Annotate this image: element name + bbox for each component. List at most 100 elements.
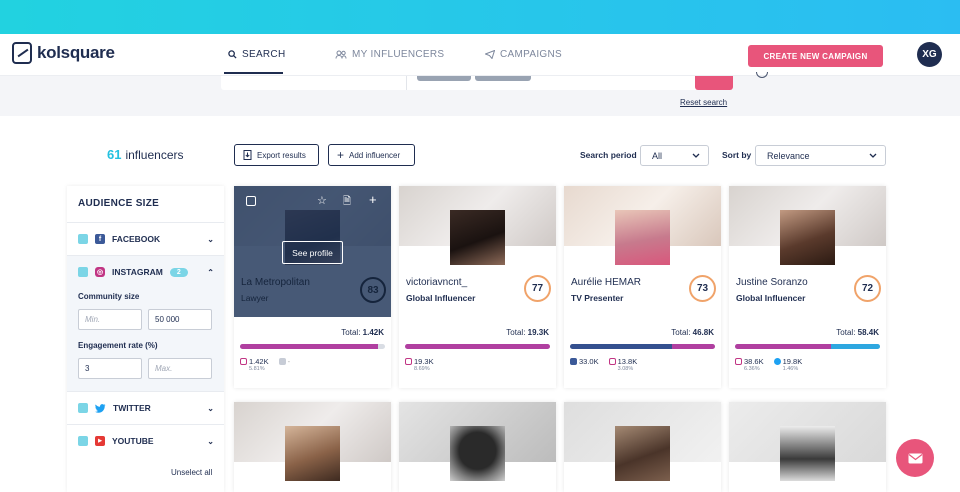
influencer-card[interactable]: Justine Soranzo Global Influencer 72 Tot… — [729, 186, 886, 388]
chat-button[interactable] — [896, 439, 934, 477]
community-max-input[interactable]: 50 000 — [148, 309, 212, 330]
audience-bar — [570, 344, 715, 349]
influencer-category: TV Presenter — [571, 293, 624, 303]
influencer-photo — [285, 426, 340, 481]
influencer-card[interactable] — [564, 402, 721, 492]
influencer-name[interactable]: victoriavncnt_ — [406, 277, 467, 288]
search-period-select[interactable]: All — [640, 145, 709, 166]
audience-bar — [240, 344, 385, 349]
influencer-photo — [780, 426, 835, 481]
avatar[interactable]: XG — [917, 42, 942, 67]
export-results-label: Export results — [257, 150, 306, 160]
search-divider — [406, 76, 407, 90]
stat-instagram: 13.8K 3.08% — [608, 357, 637, 372]
network-stats: 1.42K 5.81% - — [240, 357, 290, 372]
add-influencer-label: Add influencer — [349, 150, 401, 160]
stat-rate: 6.36% — [744, 366, 760, 372]
total-audience: Total: 46.8K — [671, 328, 714, 337]
sidebar-item-instagram[interactable]: ◎ INSTAGRAM 2 ⌃ — [67, 255, 224, 288]
influencer-photo — [450, 210, 505, 265]
card-hover-overlay: ☆ 🗎 + See profile La Metropolitan Lawyer… — [234, 186, 391, 317]
influencer-card[interactable]: Aurélie HEMAR TV Presenter 73 Total: 46.… — [564, 186, 721, 388]
facebook-icon — [278, 358, 286, 365]
stat-value: 33.0K — [579, 357, 599, 366]
influencer-photo — [615, 426, 670, 481]
tab-campaigns[interactable]: CAMPAIGNS — [485, 49, 562, 60]
bar-segment-instagram — [240, 344, 378, 349]
sort-by-value: Relevance — [767, 150, 810, 161]
search-period-value: All — [652, 150, 663, 161]
search-button[interactable] — [695, 76, 733, 90]
influencer-name[interactable]: Aurélie HEMAR — [571, 277, 641, 288]
stat-twitter: 19.8K 1.46% — [773, 357, 802, 372]
instagram-icon: ◎ — [95, 267, 105, 277]
results-count: 61 influencers — [107, 147, 184, 162]
document-icon[interactable]: 🗎 — [343, 194, 351, 211]
tab-my-influencers[interactable]: MY INFLUENCERS — [335, 49, 444, 60]
stat-value: - — [287, 357, 291, 366]
influencer-card[interactable] — [234, 402, 391, 492]
tab-search[interactable]: SEARCH — [228, 49, 285, 60]
youtube-icon: ▶ — [95, 436, 105, 446]
score-badge: 73 — [689, 275, 716, 302]
stat-value: 19.3K — [414, 357, 434, 366]
total-value: 19.3K — [527, 328, 549, 337]
score-badge: 83 — [360, 277, 386, 303]
filter-chip[interactable] — [475, 76, 531, 81]
youtube-checkbox[interactable] — [78, 436, 88, 446]
sort-by-select[interactable]: Relevance — [755, 145, 886, 166]
audience-size-sidebar: AUDIENCE SIZE f FACEBOOK ⌄ ◎ INSTAGRAM 2… — [67, 186, 224, 492]
select-checkbox[interactable] — [246, 196, 256, 206]
search-area: Reset search — [0, 72, 960, 116]
influencer-name[interactable]: La Metropolitan — [241, 277, 310, 288]
twitter-icon — [95, 403, 106, 413]
stat-value: 1.42K — [249, 357, 269, 366]
plus-icon[interactable]: + — [369, 192, 377, 207]
add-influencer-button[interactable]: + Add influencer — [328, 144, 415, 166]
unselect-all-link[interactable]: Unselect all — [171, 468, 212, 477]
chevron-down-icon — [692, 153, 700, 158]
engagement-rate-label: Engagement rate (%) — [78, 341, 158, 350]
star-icon[interactable]: ☆ — [317, 194, 327, 207]
create-campaign-button[interactable]: CREATE NEW CAMPAIGN — [748, 45, 883, 67]
total-audience: Total: 58.4K — [836, 328, 879, 337]
help-icon[interactable] — [756, 72, 768, 78]
engagement-min-input[interactable]: 3 — [78, 358, 142, 379]
community-min-input[interactable]: Min. — [78, 309, 142, 330]
tab-search-label: SEARCH — [242, 49, 286, 60]
search-bar[interactable] — [221, 76, 733, 90]
influencer-name[interactable]: Justine Soranzo — [736, 277, 808, 288]
export-icon — [243, 150, 252, 160]
influencer-card[interactable]: ☆ 🗎 + See profile La Metropolitan Lawyer… — [234, 186, 391, 388]
chevron-down-icon: ⌄ — [207, 234, 214, 244]
logo[interactable]: kolsquare — [12, 42, 115, 64]
instagram-icon — [608, 358, 616, 365]
bar-segment-instagram — [405, 344, 550, 349]
sidebar-item-twitter[interactable]: TWITTER ⌄ — [67, 391, 224, 424]
stat-value: 38.6K — [744, 357, 764, 366]
instagram-filter-panel: Community size Min. 50 000 Engagement ra… — [67, 287, 224, 391]
instagram-icon — [735, 358, 742, 365]
instagram-checkbox[interactable] — [78, 267, 88, 277]
export-results-button[interactable]: Export results — [234, 144, 319, 166]
sidebar-item-youtube[interactable]: ▶ YOUTUBE ⌄ — [67, 424, 224, 457]
sidebar-item-facebook[interactable]: f FACEBOOK ⌄ — [67, 222, 224, 255]
stat-rate: 8.69% — [414, 366, 430, 372]
facebook-checkbox[interactable] — [78, 234, 88, 244]
influencer-card[interactable]: victoriavncnt_ Global Influencer 77 Tota… — [399, 186, 556, 388]
see-profile-button[interactable]: See profile — [282, 241, 343, 264]
engagement-max-input[interactable]: Max. — [148, 358, 212, 379]
facebook-icon: f — [95, 234, 105, 244]
facebook-icon — [570, 358, 577, 365]
bar-segment-facebook — [570, 344, 672, 349]
reset-search-link[interactable]: Reset search — [680, 98, 727, 107]
twitter-checkbox[interactable] — [78, 403, 88, 413]
bar-segment-instagram — [735, 344, 831, 349]
filter-chip[interactable] — [417, 76, 471, 81]
results-label: influencers — [125, 148, 184, 162]
stat-rate: 3.08% — [617, 366, 634, 372]
influencer-card[interactable] — [399, 402, 556, 492]
influencer-card[interactable] — [729, 402, 886, 492]
network-stats: 19.3K 8.69% — [405, 357, 434, 372]
total-audience: Total: 19.3K — [506, 328, 549, 337]
